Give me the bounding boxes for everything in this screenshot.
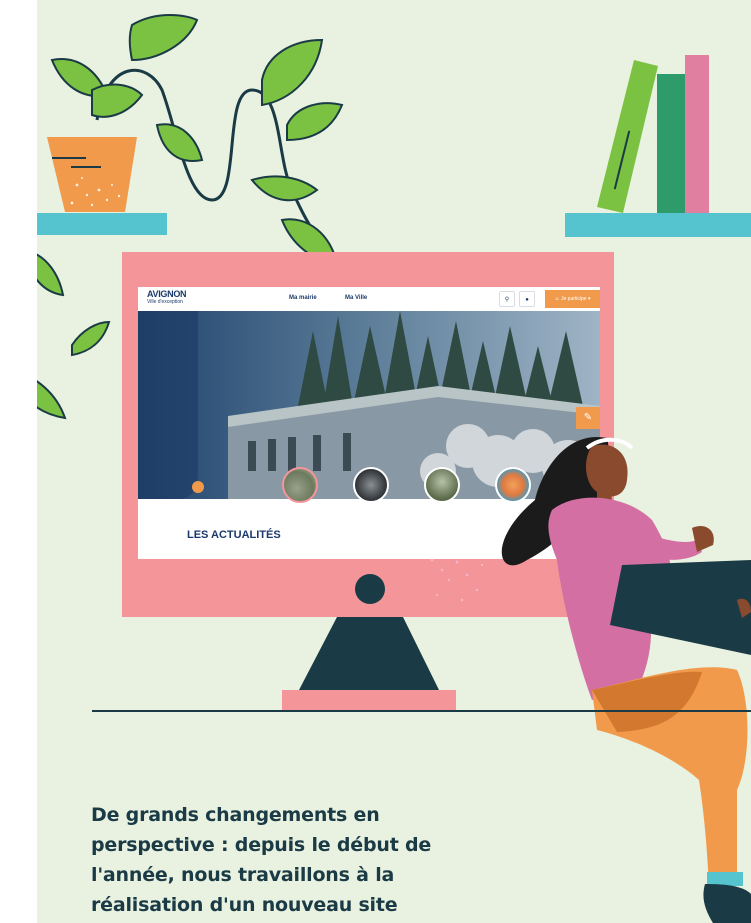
woman-illustration (430, 436, 751, 923)
sock (707, 872, 743, 886)
article-headline: De grands changements en perspective : d… (91, 804, 432, 916)
floor-line (92, 710, 751, 712)
shoe (703, 884, 751, 923)
illustration-panel: AVIGNON Ville d'exception Ma mairie Ma V… (37, 0, 751, 923)
dots (430, 558, 484, 602)
